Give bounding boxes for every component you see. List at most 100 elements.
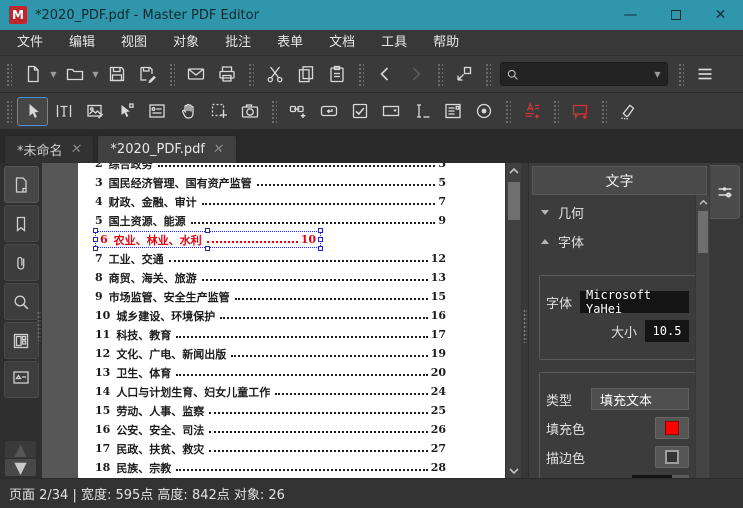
menu-item-4[interactable]: 批注 [212, 30, 264, 55]
section-font[interactable]: 字体 [529, 224, 710, 253]
minimize-button[interactable]: — [608, 0, 653, 30]
select-tool-button[interactable] [17, 96, 48, 126]
add-sticky-note-tool-button[interactable] [564, 97, 595, 126]
toc-entry[interactable]: 7 工业、交通 12 [95, 249, 446, 268]
add-link-tool-button[interactable] [282, 97, 313, 126]
fill-color-button[interactable] [655, 417, 689, 439]
toolbar-grip[interactable] [357, 62, 364, 86]
selection-handle[interactable] [93, 236, 98, 242]
edit-forms-tool-button[interactable] [141, 97, 172, 126]
close-button[interactable]: ✕ [698, 0, 743, 30]
cut-button[interactable] [259, 60, 290, 89]
toolbar-grip[interactable] [552, 99, 559, 123]
eraser-tool-button[interactable] [612, 97, 643, 126]
line-width-value[interactable]: 1 [632, 475, 672, 478]
search-document-button[interactable] [3, 283, 39, 320]
font-family-field[interactable]: Microsoft YaHei [580, 288, 689, 316]
font-size-field[interactable]: 10.5 [645, 320, 689, 342]
text-field-tool-button[interactable] [406, 97, 437, 126]
toc-entry[interactable]: 16 公安、安全、司法 26 [95, 420, 446, 439]
tab-untitled[interactable]: *未命名 ✕ [4, 135, 95, 163]
toc-entry[interactable]: 14 人口与计划生育、妇女儿童工作 24 [95, 382, 446, 401]
toolbar-grip[interactable] [600, 99, 607, 123]
selection-handle[interactable] [318, 228, 323, 233]
panel-scroll-up-icon[interactable] [696, 195, 710, 210]
toc-entry[interactable]: 12 文化、广电、新闻出版 19 [95, 344, 446, 363]
document-scrollbar[interactable] [505, 163, 521, 478]
toc-entry[interactable]: 4 财政、金融、审计 7 [95, 192, 446, 211]
toc-entry[interactable]: 10 城乡建设、环境保护 16 [95, 306, 446, 325]
pdf-page[interactable]: 2 综合政务 3 3 国民经济管理、国有资产监管 5 4 财政、金融、审计 7 5 国土资源、能源 9… [78, 163, 506, 478]
toc-entry[interactable]: 6 农业、林业、水利 10 [93, 228, 446, 251]
scrollbar-thumb[interactable] [508, 182, 520, 220]
toolbar-grip[interactable] [436, 62, 443, 86]
toolbar-grip[interactable] [5, 99, 12, 123]
splitter-handle[interactable] [523, 309, 527, 343]
sidebar-splitter[interactable] [37, 311, 41, 341]
selection-handle[interactable] [318, 236, 323, 242]
toolbar-grip[interactable] [270, 99, 277, 123]
save-button[interactable] [101, 60, 132, 89]
properties-tab[interactable] [710, 165, 740, 219]
sidebar-scroll-down-button[interactable]: ▼ [5, 458, 36, 477]
selected-text-object[interactable]: 6 农业、林业、水利 10 [93, 228, 323, 251]
radio-button-field-tool-button[interactable] [468, 97, 499, 126]
edit-text-tool-button[interactable] [48, 97, 79, 126]
tab-2020-pdf[interactable]: *2020_PDF.pdf ✕ [97, 135, 237, 163]
selection-handle[interactable] [93, 246, 98, 251]
attachments-button[interactable] [3, 244, 39, 281]
search-input[interactable] [520, 67, 652, 81]
toc-entry[interactable]: 3 国民经济管理、国有资产监管 5 [95, 173, 446, 192]
sidebar-scroll-up-button[interactable]: ▲ [5, 440, 36, 459]
toolbar-grip[interactable] [168, 62, 175, 86]
toc-entry[interactable]: 15 劳动、人事、监察 25 [95, 401, 446, 420]
open-file-caret-icon[interactable]: ▼ [90, 60, 101, 89]
spinner-caret-icon[interactable]: ▼ [672, 475, 689, 478]
panel-scrollbar-thumb[interactable] [698, 211, 708, 253]
menu-item-6[interactable]: 文档 [316, 30, 368, 55]
toolbar-grip[interactable] [677, 62, 684, 86]
toc-entry[interactable]: 13 卫生、体育 20 [95, 363, 446, 382]
new-document-caret-icon[interactable]: ▼ [48, 60, 59, 89]
toolbar-grip[interactable] [504, 99, 511, 123]
menu-item-7[interactable]: 工具 [368, 30, 420, 55]
menu-item-3[interactable]: 对象 [160, 30, 212, 55]
menu-item-2[interactable]: 视图 [108, 30, 160, 55]
checkbox-field-tool-button[interactable] [344, 97, 375, 126]
menu-item-1[interactable]: 编辑 [56, 30, 108, 55]
push-button-field-tool-button[interactable] [313, 97, 344, 126]
toc-entry[interactable]: 5 国土资源、能源 9 [95, 211, 446, 230]
tab-close-icon[interactable]: ✕ [69, 142, 83, 157]
copy-button[interactable] [290, 60, 321, 89]
signature-button[interactable] [3, 361, 39, 398]
paste-button[interactable] [321, 60, 352, 89]
main-menu-button[interactable] [689, 60, 720, 89]
edit-image-tool-button[interactable] [79, 97, 110, 126]
edit-path-tool-button[interactable] [110, 97, 141, 126]
selection-handle[interactable] [93, 228, 98, 233]
print-button[interactable] [211, 60, 242, 89]
select-region-tool-button[interactable] [203, 97, 234, 126]
toc-entry[interactable]: 18 民族、宗教 28 [95, 458, 446, 477]
form-fields-button[interactable] [3, 322, 39, 359]
type-dropdown[interactable]: 填充文本 [591, 388, 689, 410]
toolbar-grip[interactable] [5, 62, 12, 86]
stroke-color-button[interactable] [655, 446, 689, 468]
toc-entry[interactable]: 2 综合政务 3 [95, 163, 446, 173]
save-as-button[interactable] [132, 60, 163, 89]
scroll-down-icon[interactable] [506, 463, 522, 478]
toc-entry[interactable]: 8 商贸、海关、旅游 13 [95, 268, 446, 287]
toc-entry[interactable]: 17 民政、扶贫、救灾 27 [95, 439, 446, 458]
line-width-spinner[interactable]: 1 ▼ [632, 475, 689, 478]
selection-handle[interactable] [205, 246, 210, 251]
fit-page-button[interactable] [448, 60, 479, 89]
back-button[interactable] [369, 60, 400, 89]
open-file-button[interactable] [59, 60, 90, 89]
toolbar-grip[interactable] [484, 62, 491, 86]
maximize-button[interactable] [653, 0, 698, 30]
panel-splitter[interactable] [521, 163, 528, 478]
bookmarks-button[interactable] [3, 205, 39, 242]
add-text-comment-tool-button[interactable] [516, 97, 547, 126]
selection-handle[interactable] [318, 246, 323, 251]
list-box-field-tool-button[interactable] [437, 97, 468, 126]
